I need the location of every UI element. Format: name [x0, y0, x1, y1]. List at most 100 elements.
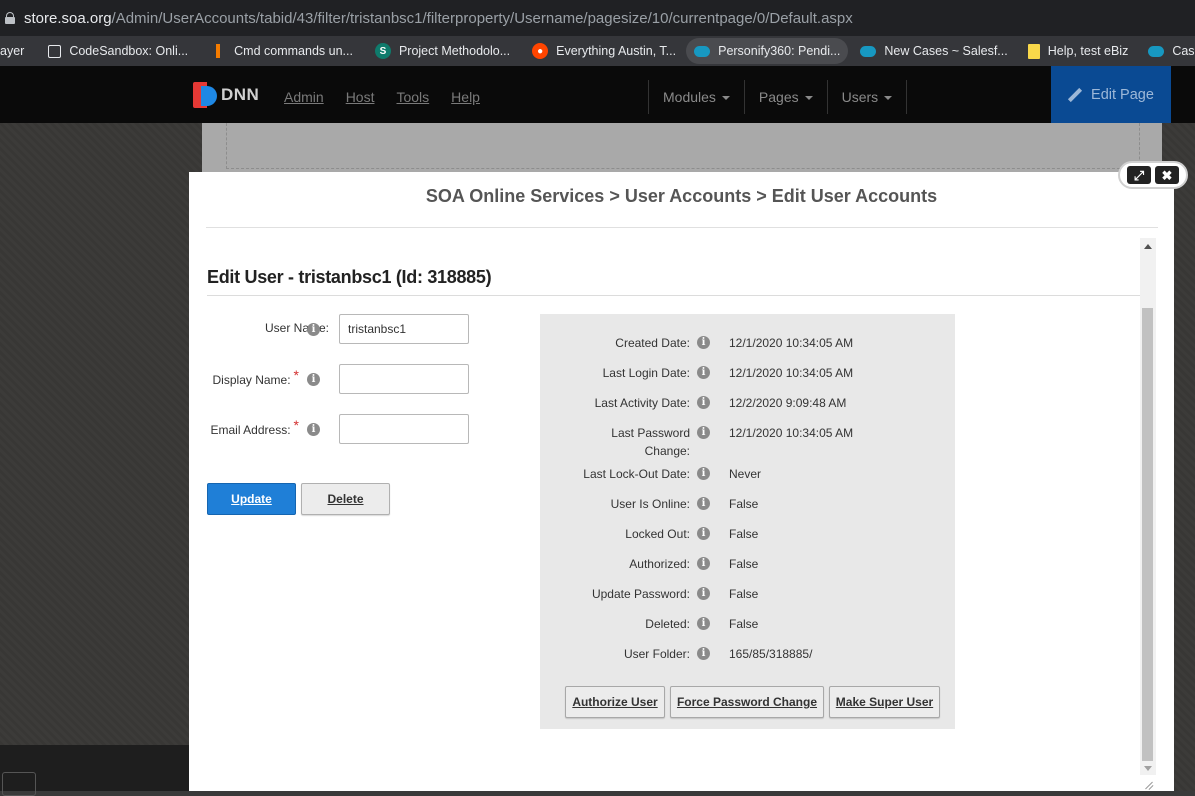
chevron-down-icon — [804, 96, 813, 101]
modal-content: Edit User - tristanbsc1 (Id: 318885) Use… — [189, 238, 1140, 791]
chevron-down-icon — [884, 96, 893, 101]
detail-value: False — [729, 617, 759, 631]
displayname-label-group: Display Name: * — [189, 367, 299, 387]
bookmark-icon — [210, 43, 226, 59]
bookmark-label: Personify360: Pendi... — [718, 44, 841, 58]
scroll-down-arrow-icon[interactable] — [1144, 766, 1152, 771]
dnn-logo[interactable]: DNN — [193, 82, 259, 108]
info-icon[interactable]: i — [697, 426, 710, 439]
detail-label: Last Lock-Out Date: — [583, 467, 690, 481]
url-path: /Admin/UserAccounts/tabid/43/filter/tris… — [111, 9, 853, 27]
url-domain: store.soa.org — [24, 9, 112, 27]
detail-label: Last Login Date: — [602, 366, 690, 380]
modal-controls: ⤢ ✖ — [1118, 161, 1188, 189]
info-icon[interactable]: i — [307, 323, 320, 336]
note-icon — [1027, 43, 1040, 59]
username-field[interactable] — [339, 314, 469, 344]
info-icon[interactable]: i — [697, 527, 710, 540]
force-password-change-button[interactable]: Force Password Change — [670, 686, 824, 718]
edit-page-button[interactable]: Edit Page — [1051, 66, 1171, 123]
dnn-logo-text: DNN — [221, 85, 260, 104]
nav-link-admin[interactable]: Admin — [284, 89, 324, 105]
bookmark-label: Cmd commands un... — [234, 44, 353, 58]
reddit-icon: ● — [532, 43, 549, 59]
background-pane — [226, 123, 1140, 169]
info-icon[interactable]: i — [697, 587, 710, 600]
bookmark-item[interactable]: ayer — [0, 38, 32, 64]
info-icon[interactable]: i — [697, 617, 710, 630]
nav-link-tools[interactable]: Tools — [396, 89, 429, 105]
update-button[interactable]: Update — [207, 483, 296, 515]
menu-modules[interactable]: Modules — [648, 80, 744, 114]
bookmark-label: ayer — [0, 44, 25, 58]
info-icon[interactable]: i — [697, 467, 710, 480]
bookmark-item[interactable]: Help, test eBiz — [1020, 38, 1137, 64]
info-icon[interactable]: i — [697, 366, 710, 379]
detail-value: False — [729, 587, 759, 601]
bookmark-label: Project Methodolo... — [398, 44, 511, 58]
detail-label: Deleted: — [645, 617, 690, 631]
menu-label: Pages — [758, 89, 799, 105]
menu-users[interactable]: Users — [826, 80, 908, 114]
required-indicator: * — [293, 367, 299, 383]
page-title: Edit User - tristanbsc1 (Id: 318885) — [207, 267, 492, 287]
info-icon[interactable]: i — [697, 557, 710, 570]
bookmark-item[interactable]: CodeSandbox: Onli... — [38, 38, 196, 64]
menu-pages[interactable]: Pages — [743, 80, 827, 114]
bookmark-item[interactable]: S Project Methodolo... — [367, 38, 518, 64]
menu-label: Modules — [663, 89, 716, 105]
detail-label: User Is Online: — [610, 497, 690, 511]
detail-label: Authorized: — [629, 557, 690, 571]
dnn-nav-links: Admin Host Tools Help — [284, 89, 502, 105]
divider — [207, 295, 1140, 296]
bookmarks-bar: ayer CodeSandbox: Onli... Cmd commands u… — [0, 36, 1195, 66]
bookmark-label: Help, test eBiz — [1047, 44, 1129, 58]
detail-label: User Folder: — [623, 647, 690, 661]
salesforce-icon — [694, 45, 711, 57]
delete-button[interactable]: Delete — [301, 483, 390, 515]
detail-value: 12/1/2020 10:34:05 AM — [729, 366, 854, 380]
dnn-control-bar: DNN Admin Host Tools Help Modules Pages … — [0, 66, 1195, 123]
info-icon[interactable]: i — [307, 423, 320, 436]
salesforce-icon — [860, 45, 877, 57]
resize-handle-icon[interactable] — [1141, 779, 1155, 791]
expand-icon[interactable]: ⤢ — [1127, 166, 1151, 184]
bookmark-item[interactable]: New Cases ~ Salesf... — [852, 38, 1015, 64]
scroll-up-arrow-icon[interactable] — [1144, 244, 1152, 249]
bookmark-item[interactable]: Personify360: Pendi... — [686, 38, 849, 64]
cube-icon — [2, 772, 36, 796]
info-icon[interactable]: i — [697, 497, 710, 510]
divider — [206, 227, 1158, 228]
bookmark-label: Case: 00102113 ~ — [1172, 44, 1195, 58]
dnn-logo-mark — [193, 82, 217, 108]
nav-link-help[interactable]: Help — [451, 89, 480, 105]
detail-value: 12/2/2020 9:09:48 AM — [729, 396, 847, 410]
detail-label: Locked Out: — [625, 527, 690, 541]
edit-page-label: Edit Page — [1091, 86, 1154, 103]
nav-link-host[interactable]: Host — [346, 89, 375, 105]
detail-label: Created Date: — [615, 336, 690, 350]
bookmark-item[interactable]: Cmd commands un... — [202, 38, 361, 64]
bookmark-item[interactable]: Case: 00102113 ~ — [1140, 38, 1195, 64]
email-label-group: Email Address: * — [189, 417, 300, 437]
close-icon[interactable]: ✖ — [1155, 166, 1179, 184]
make-super-user-button[interactable]: Make Super User — [829, 686, 940, 718]
bookmark-label: Everything Austin, T... — [556, 44, 677, 58]
scroll-thumb[interactable] — [1142, 308, 1153, 761]
detail-label: Last Activity Date: — [594, 396, 690, 410]
info-icon[interactable]: i — [697, 647, 710, 660]
user-details-panel: Created Date: i 12/1/2020 10:34:05 AM La… — [540, 314, 955, 729]
detail-label: Update Password: — [591, 587, 690, 601]
bookmark-item[interactable]: ● Everything Austin, T... — [524, 38, 684, 64]
codesandbox-icon — [48, 44, 62, 58]
email-field[interactable] — [339, 414, 469, 444]
info-icon[interactable]: i — [697, 336, 710, 349]
info-icon[interactable]: i — [307, 373, 320, 386]
displayname-field[interactable] — [339, 364, 469, 394]
scrollbar[interactable] — [1140, 238, 1156, 775]
info-icon[interactable]: i — [697, 396, 710, 409]
address-bar[interactable]: store.soa.org/Admin/UserAccounts/tabid/4… — [0, 0, 1195, 36]
authorize-user-button[interactable]: Authorize User — [565, 686, 665, 718]
lock-icon[interactable] — [5, 12, 15, 24]
bookmark-label: CodeSandbox: Onli... — [69, 44, 189, 58]
